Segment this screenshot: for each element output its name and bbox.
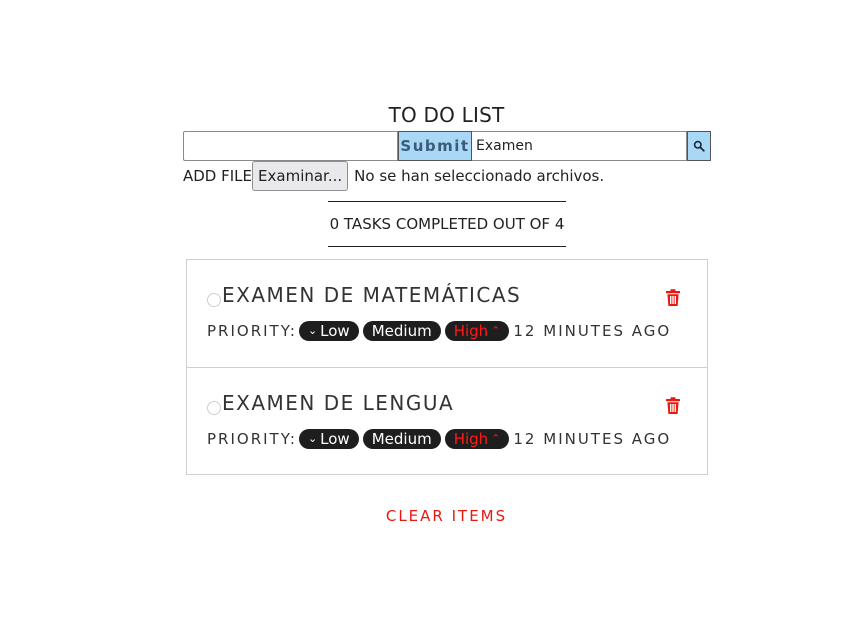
task-timestamp: 12 MINUTES AGO xyxy=(513,322,672,340)
search-input[interactable] xyxy=(472,131,687,161)
task-list: EXAMEN DE MATEMÁTICAS PRIORITY: ⌄ Low Me… xyxy=(186,259,708,475)
search-button[interactable] xyxy=(687,131,711,161)
task-meta: PRIORITY: ⌄ Low Medium High ⌃ 12 MINUTES… xyxy=(207,428,671,450)
priority-low-button[interactable]: ⌄ Low xyxy=(298,429,359,449)
priority-low-label: Low xyxy=(320,322,350,340)
priority-label: PRIORITY: xyxy=(207,322,297,340)
priority-medium-label: Medium xyxy=(371,322,432,340)
task-timestamp: 12 MINUTES AGO xyxy=(513,430,672,448)
tasks-completed-counter: 0 TASKS COMPLETED OUT OF 4 xyxy=(328,201,566,247)
browse-file-button[interactable]: Examinar... xyxy=(252,161,349,191)
task-meta: PRIORITY: ⌄ Low Medium High ⌃ 12 MINUTES… xyxy=(207,320,671,342)
file-status-text: No se han seleccionado archivos. xyxy=(354,167,605,185)
submit-button[interactable]: Submit xyxy=(398,131,472,161)
file-upload-row: ADD FILE Examinar... No se han seleccion… xyxy=(183,161,604,191)
priority-low-button[interactable]: ⌄ Low xyxy=(298,321,359,341)
priority-label: PRIORITY: xyxy=(207,430,297,448)
priority-high-button[interactable]: High ⌃ xyxy=(444,429,510,449)
chevron-down-icon: ⌄ xyxy=(307,324,318,337)
trash-icon xyxy=(666,289,680,306)
task-item: EXAMEN DE LENGUA PRIORITY: ⌄ Low Medium … xyxy=(187,367,707,474)
add-file-label: ADD FILE xyxy=(183,167,253,185)
task-form: Submit xyxy=(183,131,711,161)
priority-medium-label: Medium xyxy=(371,430,432,448)
chevron-down-icon: ⌄ xyxy=(307,432,318,445)
priority-high-button[interactable]: High ⌃ xyxy=(444,321,510,341)
task-name: EXAMEN DE MATEMÁTICAS xyxy=(222,283,522,307)
priority-medium-button[interactable]: Medium xyxy=(362,429,441,449)
task-input[interactable] xyxy=(183,131,398,161)
task-complete-checkbox[interactable] xyxy=(207,401,221,415)
delete-task-button[interactable] xyxy=(665,397,681,415)
priority-high-label: High xyxy=(453,322,489,340)
delete-task-button[interactable] xyxy=(665,289,681,307)
page-title: TO DO LIST xyxy=(388,103,505,127)
chevron-up-icon: ⌃ xyxy=(491,432,501,445)
chevron-up-icon: ⌃ xyxy=(491,324,501,337)
priority-low-label: Low xyxy=(320,430,350,448)
todo-app: TO DO LIST Submit ADD FILE Examinar... N… xyxy=(0,0,855,618)
clear-items-button[interactable]: CLEAR ITEMS xyxy=(0,507,855,525)
trash-icon xyxy=(666,397,680,414)
task-item: EXAMEN DE MATEMÁTICAS PRIORITY: ⌄ Low Me… xyxy=(187,260,707,367)
task-name: EXAMEN DE LENGUA xyxy=(222,391,455,415)
priority-high-label: High xyxy=(453,430,489,448)
task-complete-checkbox[interactable] xyxy=(207,293,221,307)
magnifier-icon xyxy=(693,140,705,152)
priority-medium-button[interactable]: Medium xyxy=(362,321,441,341)
